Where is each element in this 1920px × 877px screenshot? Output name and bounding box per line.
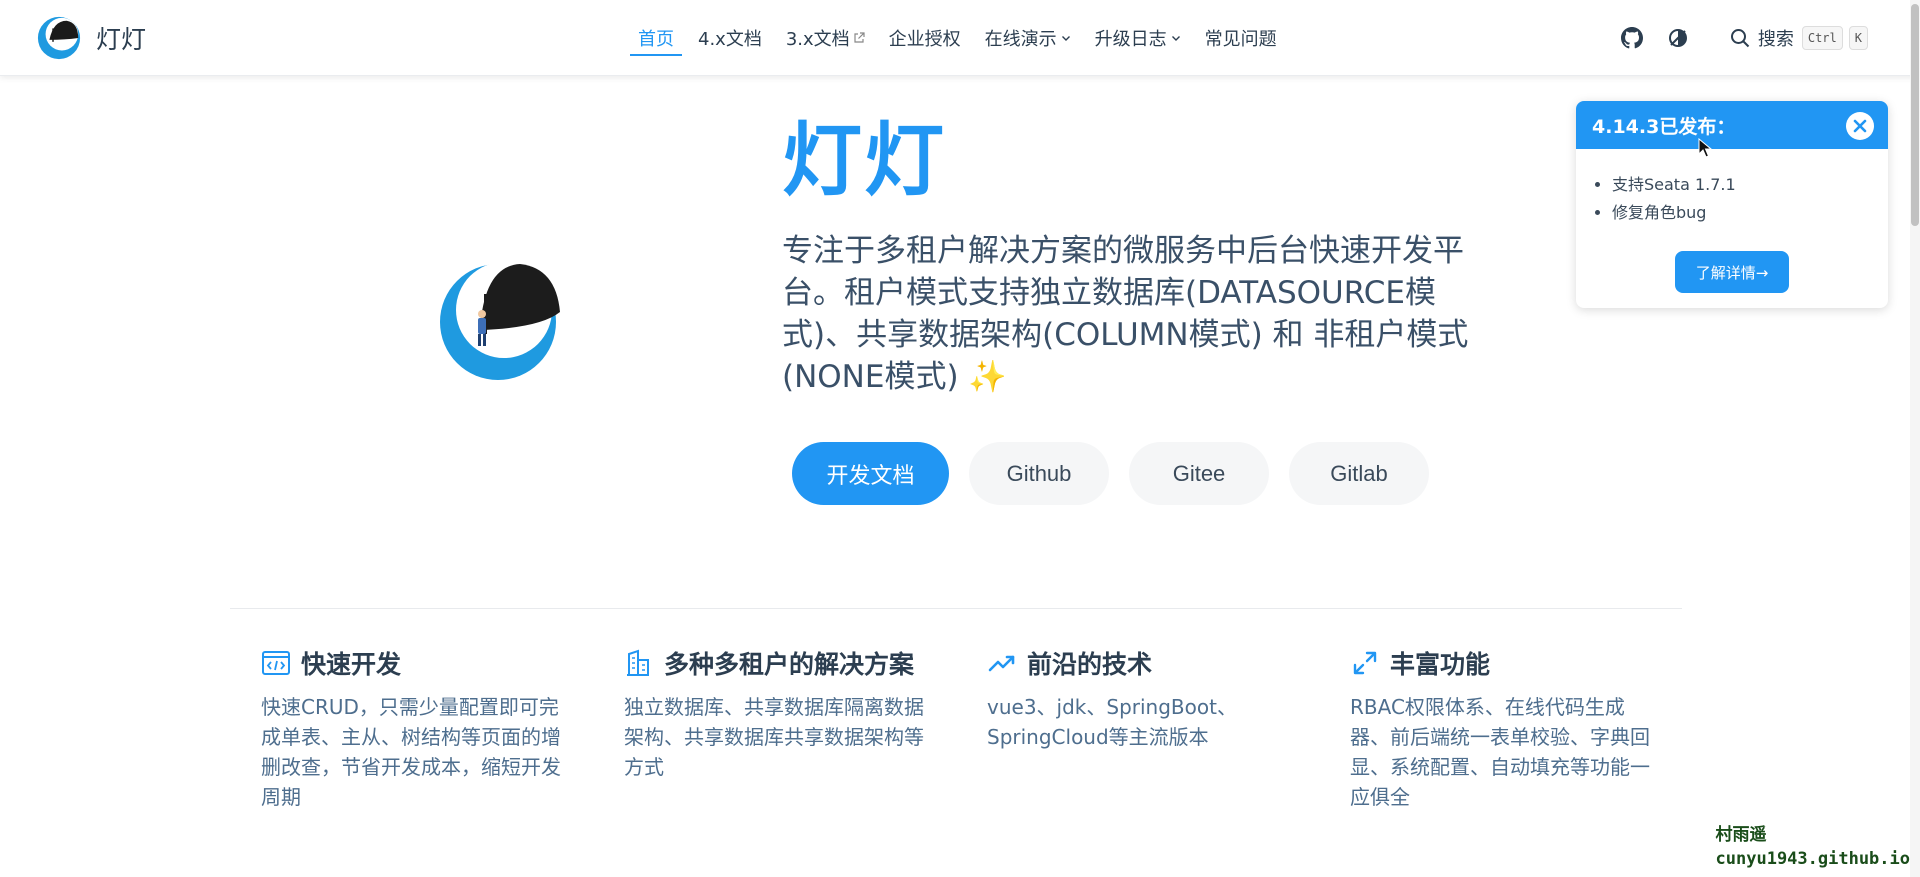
brand-logo-icon [37,16,81,60]
hero-description: 专注于多租户解决方案的微服务中后台快速开发平台。租户模式支持独立数据库(DATA… [782,230,1498,398]
notice-header: 4.14.3已发布： [1576,101,1888,149]
github-button[interactable]: Github [969,442,1109,505]
theme-toggle-icon[interactable] [1664,24,1692,52]
scrollbar-thumb[interactable] [1911,4,1919,226]
nav-docs-4x-label: 4.x文档 [698,29,762,50]
nav-enterprise-license[interactable]: 企业授权 [889,0,961,76]
gitee-button[interactable]: Gitee [1129,442,1269,505]
kbd-k: K [1848,26,1868,50]
feature-title: 丰富功能 [1390,650,1491,679]
nav-home[interactable]: 首页 [630,0,682,76]
nav-home-label: 首页 [638,29,674,50]
nav-changelog-dropdown[interactable]: 升级日志 [1095,0,1181,76]
feature-title: 前沿的技术 [1027,650,1153,679]
kbd-ctrl: Ctrl [1801,26,1843,50]
chevron-down-icon [1171,36,1180,41]
search-button[interactable]: 搜索 Ctrl K [1730,25,1868,51]
feature-tech: 前沿的技术 vue3、jdk、SpringBoot、SpringCloud等主流… [987,644,1297,752]
dev-docs-button[interactable]: 开发文档 [792,442,949,505]
feature-title: 多种多租户的解决方案 [664,650,915,679]
sparkles-icon: ✨ [968,359,1008,395]
hero-logo-icon [440,262,560,380]
feature-text: 快速CRUD，只需少量配置即可完成单表、主从、树结构等页面的增删改查，节省开发成… [261,695,561,809]
trend-icon [988,655,1015,672]
learn-more-button[interactable]: 了解详情→ [1675,251,1789,293]
nav-docs-4x[interactable]: 4.x文档 [698,0,762,76]
mouse-cursor-icon [1698,138,1712,158]
brand-home-link[interactable]: 灯灯 [36,14,146,62]
nav-docs-3x[interactable]: 3.x文档 [786,0,865,76]
feature-head: 快速开发 [261,644,571,682]
feature-text: RBAC权限体系、在线代码生成器、前后端统一表单校验、字典回显、系统配置、自动填… [1350,695,1650,809]
nav-changelog-label: 升级日志 [1094,29,1167,50]
gitlab-button[interactable]: Gitlab [1289,442,1429,505]
main-nav: 首页 4.x文档 3.x文档 企业授权 在线演示 升级日志 常见问题 [630,0,1301,76]
notice-title: 4.14.3已发布： [1592,115,1736,138]
watermark: 村雨遥 cunyu1943.github.io [1716,823,1910,871]
nav-enterprise-label: 企业授权 [888,29,961,50]
feature-rich: 丰富功能 RBAC权限体系、在线代码生成器、前后端统一表单校验、字典回显、系统配… [1350,644,1660,812]
hero-actions: 开发文档 Github Gitee Gitlab [792,442,1429,505]
watermark-line1: 村雨遥 [1715,825,1767,845]
hero-title: 灯灯 [782,114,946,207]
feature-text: 独立数据库、共享数据库隔离数据架构、共享数据库共享数据架构等方式 [624,695,924,779]
section-divider [230,608,1682,609]
notice-item: 修复角色bug [1612,199,1888,227]
feature-head: 丰富功能 [1350,644,1660,682]
nav-docs-3x-label: 3.x文档 [785,29,850,50]
external-link-icon [854,32,865,43]
release-notice-popup: 4.14.3已发布： 支持Seata 1.7.1 修复角色bug 了解详情→ [1576,101,1888,308]
notice-close-button[interactable] [1846,112,1874,140]
nav-faq[interactable]: 常见问题 [1205,0,1277,76]
page-scrollbar[interactable] [1910,0,1920,877]
expand-icon [1353,651,1377,675]
search-label: 搜索 [1757,29,1794,50]
github-icon[interactable] [1618,24,1646,52]
search-icon [1730,29,1750,48]
nav-faq-label: 常见问题 [1204,29,1277,50]
top-navbar: 灯灯 首页 4.x文档 3.x文档 企业授权 在线演示 升级日志 常见问题 搜索… [0,0,1920,76]
feature-multi-tenant: 多种多租户的解决方案 独立数据库、共享数据库隔离数据架构、共享数据库共享数据架构… [624,644,934,782]
code-icon [262,651,290,675]
building-icon [627,649,649,676]
notice-item: 支持Seata 1.7.1 [1612,171,1888,199]
watermark-line2: cunyu1943.github.io [1715,849,1910,869]
search-shortcut: Ctrl K [1801,26,1868,50]
feature-title: 快速开发 [301,650,402,679]
nav-online-demo-dropdown[interactable]: 在线演示 [985,0,1071,76]
feature-text: vue3、jdk、SpringBoot、SpringCloud等主流版本 [987,695,1237,749]
hero-description-text: 专注于多租户解决方案的微服务中后台快速开发平台。租户模式支持独立数据库(DATA… [782,233,1469,395]
feature-head: 多种多租户的解决方案 [624,644,934,682]
feature-head: 前沿的技术 [987,644,1297,682]
nav-online-demo-label: 在线演示 [984,29,1057,50]
navbar-actions: 搜索 Ctrl K [1618,0,1868,76]
feature-fast-dev: 快速开发 快速CRUD，只需少量配置即可完成单表、主从、树结构等页面的增删改查，… [261,644,571,812]
notice-list: 支持Seata 1.7.1 修复角色bug [1612,171,1888,227]
chevron-down-icon [1061,36,1070,41]
close-icon [1853,119,1867,133]
brand-name: 灯灯 [96,25,147,54]
